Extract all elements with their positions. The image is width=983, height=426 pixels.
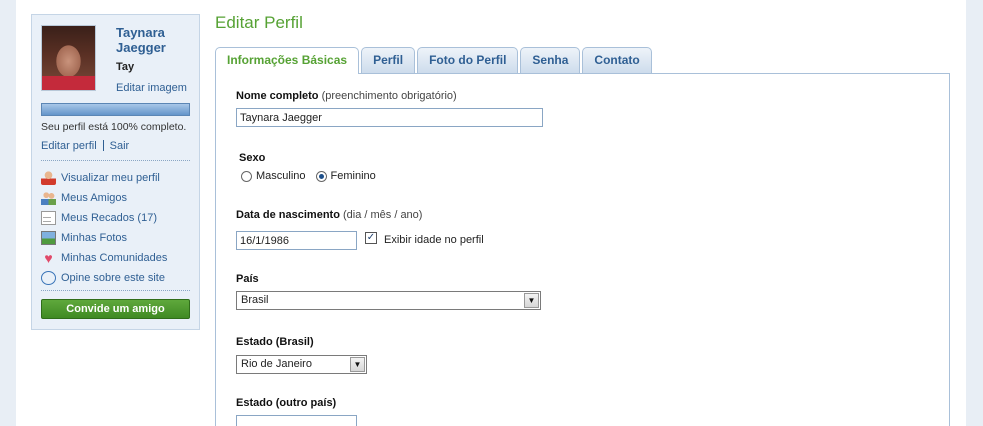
avatar[interactable] xyxy=(41,25,96,91)
birth-date-input[interactable] xyxy=(236,231,357,250)
tab-contact[interactable]: Contato xyxy=(582,47,652,73)
state-select[interactable]: Rio de Janeiro ▼ xyxy=(236,355,367,374)
profile-links: Editar perfil Sair xyxy=(41,140,129,152)
full-name-label: Nome completo (preenchimento obrigatório… xyxy=(236,90,457,102)
sidebar-item-label: Minhas Comunidades xyxy=(61,252,168,264)
sidebar-item-photos[interactable]: Minhas Fotos xyxy=(41,228,167,248)
country-select[interactable]: Brasil ▼ xyxy=(236,291,541,310)
birth-date-label-text: Data de nascimento xyxy=(236,209,340,221)
photo-icon xyxy=(41,231,56,245)
sex-male-label: Masculino xyxy=(256,170,306,182)
full-name-input[interactable] xyxy=(236,108,543,127)
heart-icon: ♥ xyxy=(44,250,53,266)
full-name-hint: (preenchimento obrigatório) xyxy=(321,90,457,102)
other-state-input[interactable] xyxy=(236,415,357,426)
page-title: Editar Perfil xyxy=(215,13,303,32)
sidebar-item-label: Opine sobre este site xyxy=(61,272,165,284)
person-icon xyxy=(41,171,56,185)
sidebar-menu: Visualizar meu perfil Meus Amigos Meus R… xyxy=(41,168,167,288)
sidebar-item-label: Minhas Fotos xyxy=(61,232,128,244)
sidebar-item-messages[interactable]: Meus Recados (17) xyxy=(41,208,167,228)
country-select-value: Brasil xyxy=(241,294,269,306)
friends-icon xyxy=(41,191,56,205)
full-name-label-text: Nome completo xyxy=(236,90,319,102)
sex-female-label: Feminino xyxy=(330,170,376,182)
chevron-down-icon[interactable]: ▼ xyxy=(524,293,539,308)
sidebar-item-communities[interactable]: ♥ Minhas Comunidades xyxy=(41,248,167,268)
sidebar-item-label: Meus Recados (17) xyxy=(61,212,157,224)
tab-profile[interactable]: Perfil xyxy=(361,47,416,73)
sex-male-radio[interactable] xyxy=(241,170,252,182)
sidebar-item-friends[interactable]: Meus Amigos xyxy=(41,188,167,208)
birth-date-hint: (dia / mês / ano) xyxy=(342,209,423,221)
chevron-down-icon[interactable]: ▼ xyxy=(350,357,365,372)
profile-progress-text: Seu perfil está 100% completo. xyxy=(41,121,187,133)
state-label: Estado (Brasil) xyxy=(236,336,314,348)
edit-profile-link[interactable]: Editar perfil xyxy=(41,140,97,152)
logout-link[interactable]: Sair xyxy=(110,140,130,152)
tab-profile-photo[interactable]: Foto do Perfil xyxy=(417,47,519,73)
sidebar-item-feedback[interactable]: Opine sobre este site xyxy=(41,268,167,288)
sidebar-item-label: Visualizar meu perfil xyxy=(61,172,160,184)
user-name[interactable]: Taynara Jaegger xyxy=(116,25,196,55)
sex-female-radio[interactable] xyxy=(315,170,327,182)
sex-label: Sexo xyxy=(239,152,266,164)
profile-tabs: Informações Básicas Perfil Foto do Perfi… xyxy=(215,47,654,74)
user-nickname: Tay xyxy=(116,61,135,73)
divider xyxy=(41,290,190,291)
link-separator xyxy=(102,140,104,151)
document-icon xyxy=(41,211,56,225)
show-age-label: Exibir idade no perfil xyxy=(384,234,484,246)
show-age-checkbox[interactable]: ✓ xyxy=(365,232,377,244)
invite-friend-button[interactable]: Convide um amigo xyxy=(41,299,190,319)
tab-basic-info[interactable]: Informações Básicas xyxy=(215,47,360,74)
tab-password[interactable]: Senha xyxy=(520,47,581,73)
other-state-label: Estado (outro país) xyxy=(236,397,337,409)
sidebar-item-label: Meus Amigos xyxy=(61,192,128,204)
country-label: País xyxy=(236,273,259,285)
state-select-value: Rio de Janeiro xyxy=(241,358,312,370)
page-container: Taynara Jaegger Tay Editar imagem Seu pe… xyxy=(16,0,966,426)
profile-progress-fill xyxy=(42,104,189,115)
sidebar-item-view-profile[interactable]: Visualizar meu perfil xyxy=(41,168,167,188)
birth-date-label: Data de nascimento (dia / mês / ano) xyxy=(236,209,422,221)
basic-info-form: Nome completo (preenchimento obrigatório… xyxy=(215,73,950,426)
edit-image-link[interactable]: Editar imagem xyxy=(116,82,187,94)
profile-sidebar: Taynara Jaegger Tay Editar imagem Seu pe… xyxy=(31,14,200,330)
speech-bubble-icon xyxy=(41,271,56,285)
sex-radio-group: Masculino Feminino xyxy=(241,170,376,182)
divider xyxy=(41,160,190,161)
profile-progress-bar xyxy=(41,103,190,116)
